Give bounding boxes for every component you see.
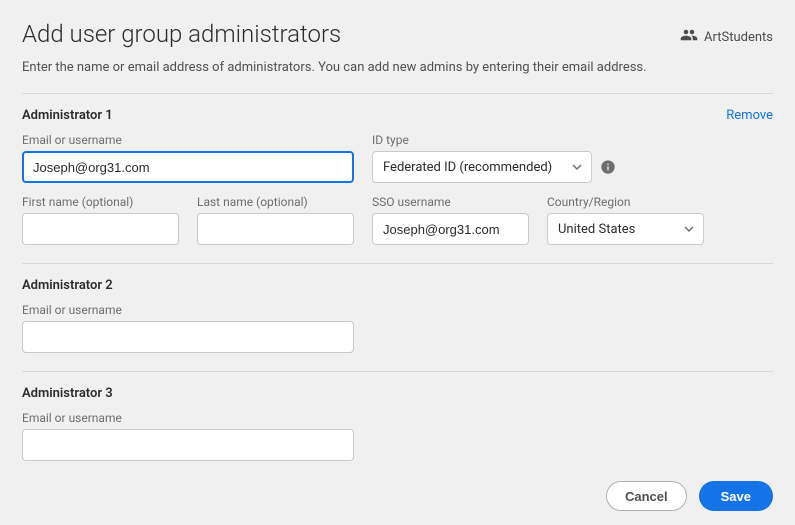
first-name-input[interactable]: [22, 213, 179, 245]
divider: [22, 371, 773, 372]
email-input[interactable]: [22, 151, 354, 183]
last-name-input[interactable]: [197, 213, 354, 245]
administrator-section-1: Administrator 1 Remove Email or username…: [22, 108, 773, 245]
sso-username-label: SSO username: [372, 195, 529, 209]
info-icon[interactable]: [600, 159, 616, 175]
id-type-value: Federated ID (recommended): [372, 151, 592, 183]
admin-title: Administrator 1: [22, 108, 113, 123]
first-name-label: First name (optional): [22, 195, 179, 209]
id-type-label: ID type: [372, 133, 592, 147]
administrator-section-2: Administrator 2 Email or username: [22, 278, 773, 353]
footer-actions: Cancel Save: [606, 481, 773, 511]
divider: [22, 263, 773, 264]
email-label: Email or username: [22, 411, 354, 425]
last-name-label: Last name (optional): [197, 195, 354, 209]
email-input[interactable]: [22, 321, 354, 353]
email-label: Email or username: [22, 133, 354, 147]
email-label: Email or username: [22, 303, 354, 317]
instructions-text: Enter the name or email address of admin…: [22, 60, 773, 75]
group-name: ArtStudents: [704, 30, 773, 45]
email-input[interactable]: [22, 429, 354, 461]
country-label: Country/Region: [547, 195, 704, 209]
users-icon: [680, 26, 698, 48]
administrator-section-3: Administrator 3 Email or username: [22, 386, 773, 461]
country-select[interactable]: United States: [547, 213, 704, 245]
divider: [22, 93, 773, 94]
page-title: Add user group administrators: [22, 20, 341, 48]
sso-username-input[interactable]: [372, 213, 529, 245]
id-type-select[interactable]: Federated ID (recommended): [372, 151, 592, 183]
group-badge: ArtStudents: [680, 26, 773, 48]
country-value: United States: [547, 213, 704, 245]
save-button[interactable]: Save: [699, 481, 773, 511]
remove-link[interactable]: Remove: [726, 108, 773, 123]
admin-title: Administrator 3: [22, 386, 113, 401]
cancel-button[interactable]: Cancel: [606, 481, 687, 511]
admin-title: Administrator 2: [22, 278, 113, 293]
